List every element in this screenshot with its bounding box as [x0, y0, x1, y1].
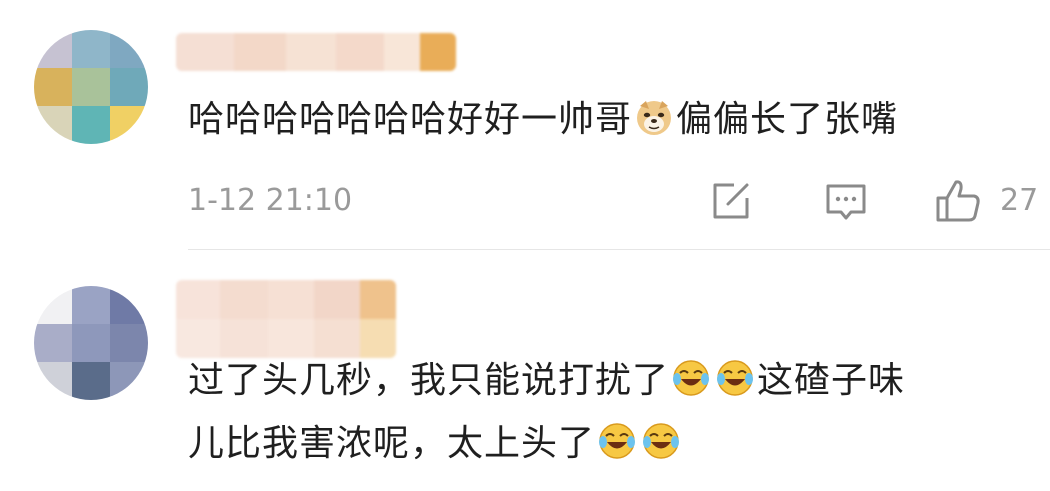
- comment-text: 儿比我害浓呢，太上头了: [188, 414, 683, 480]
- reply-button[interactable]: [824, 180, 868, 224]
- comment-text-part: 哈哈哈哈哈哈哈好好一帅哥: [188, 99, 633, 140]
- laugh-cry-emoji-icon: [641, 420, 681, 480]
- laugh-cry-emoji-icon: [715, 357, 755, 417]
- laugh-cry-emoji-icon: [671, 357, 711, 417]
- timestamp: 1-12 21:10: [188, 183, 353, 218]
- thumbs-up-icon: [936, 180, 980, 222]
- comment-icon: [826, 184, 866, 220]
- comment-text-part: 偏偏长了张嘴: [676, 99, 899, 140]
- share-button[interactable]: [710, 180, 752, 222]
- comment-divider: [188, 249, 1050, 250]
- comment-item: 过了头几秒，我只能说打扰了 这碴子味 儿比我害浓呢，太上头了: [0, 251, 1050, 491]
- comment-item: 哈哈哈哈哈哈哈好好一帅哥 偏偏长了张嘴 1-12 21:10 27: [0, 0, 1050, 250]
- like-button[interactable]: 27: [934, 176, 1038, 224]
- username-blurred[interactable]: [176, 33, 456, 71]
- comment-text: 过了头几秒，我只能说打扰了 这碴子味: [188, 351, 905, 417]
- laugh-cry-emoji-icon: [597, 420, 637, 480]
- avatar[interactable]: [34, 286, 148, 400]
- doge-emoji-icon: [634, 96, 674, 156]
- comment-text-part: 这碴子味: [757, 360, 906, 401]
- comment-text-part: 儿比我害浓呢，太上头了: [188, 423, 596, 464]
- share-icon: [713, 183, 749, 219]
- comment-text-part: 过了头几秒，我只能说打扰了: [188, 360, 670, 401]
- like-count: 27: [1000, 182, 1039, 218]
- username-blurred[interactable]: [176, 280, 396, 358]
- comment-text: 哈哈哈哈哈哈哈好好一帅哥 偏偏长了张嘴: [188, 90, 898, 156]
- avatar[interactable]: [34, 30, 148, 144]
